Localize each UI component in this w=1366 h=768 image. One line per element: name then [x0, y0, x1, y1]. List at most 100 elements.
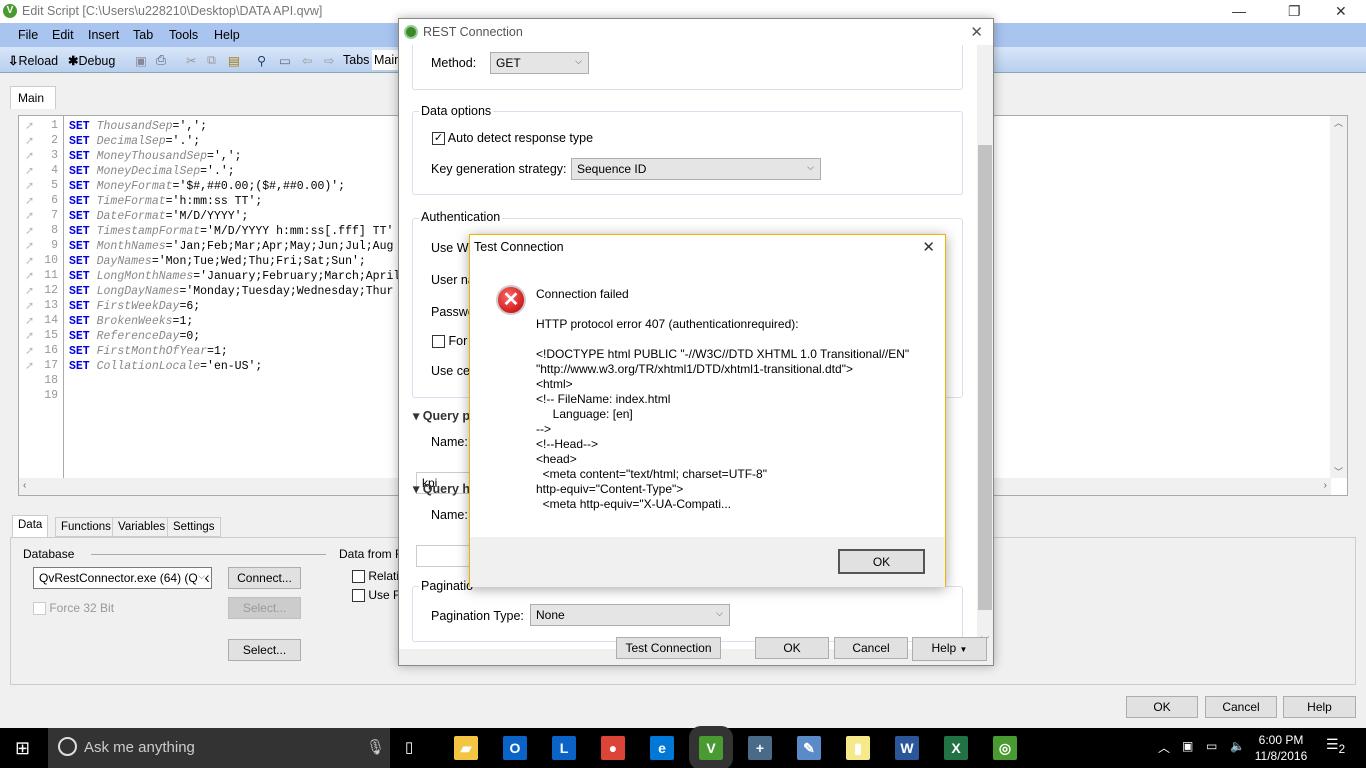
scrollbar-thumb[interactable]	[978, 145, 992, 610]
folder-icon[interactable]: ▭	[279, 53, 291, 68]
close-icon[interactable]: ✕	[922, 238, 935, 256]
force-checkbox[interactable]: For	[432, 334, 467, 349]
minimize-button[interactable]: —	[1232, 3, 1246, 19]
auto-detect-checkbox[interactable]: ✓ Auto detect response type	[432, 131, 593, 146]
bookmark-pin-icon[interactable]: ➚	[25, 119, 34, 132]
code-line[interactable]: SET LongMonthNames='January;February;Mar…	[69, 270, 400, 283]
menu-tools[interactable]: Tools	[169, 28, 198, 42]
excel-icon[interactable]: X	[944, 736, 968, 760]
test-ok-button[interactable]: OK	[838, 549, 925, 574]
bookmark-pin-icon[interactable]: ➚	[25, 209, 34, 222]
qlikview-icon[interactable]: V	[689, 726, 733, 768]
bookmark-pin-icon[interactable]: ➚	[25, 269, 34, 282]
rest-ok-button[interactable]: OK	[755, 637, 829, 659]
bookmark-pin-icon[interactable]: ➚	[25, 359, 34, 372]
chrome-icon[interactable]: ●	[601, 736, 625, 760]
bookmark-pin-icon[interactable]: ➚	[25, 239, 34, 252]
search-icon[interactable]: ⚲	[257, 53, 266, 68]
code-line[interactable]: SET ThousandSep=',';	[69, 120, 207, 133]
word-icon[interactable]: W	[895, 736, 919, 760]
code-line[interactable]: SET BrokenWeeks=1;	[69, 315, 193, 328]
clock[interactable]: 6:00 PM 11/8/2016	[1250, 732, 1312, 764]
query-params-header[interactable]: ▾ Query p	[413, 408, 470, 423]
rest-help-button[interactable]: Help ▼	[912, 637, 987, 661]
close-icon[interactable]: ✕	[970, 23, 983, 41]
sticky-notes-icon[interactable]: ▮	[846, 736, 870, 760]
code-line[interactable]: SET DayNames='Mon;Tue;Wed;Thu;Fri;Sat;Su…	[69, 255, 366, 268]
outlook-icon[interactable]: O	[503, 736, 527, 760]
ok-button[interactable]: OK	[1126, 696, 1198, 718]
menu-tab[interactable]: Tab	[133, 28, 153, 42]
debug-button[interactable]: ✱Debug	[68, 53, 115, 68]
edge-icon[interactable]: e	[650, 736, 674, 760]
scroll-up-icon[interactable]: ︿	[1330, 116, 1347, 129]
query-headers-header[interactable]: ▾ Query h	[413, 481, 470, 496]
code-line[interactable]: SET MoneyFormat='$#,##0.00;($#,##0.00)';	[69, 180, 345, 193]
database-select[interactable]: QvRestConnector.exe (64) (Qlik ⌵	[33, 567, 212, 589]
bookmark-pin-icon[interactable]: ➚	[25, 299, 34, 312]
tab-left-icon[interactable]: ⇦	[302, 53, 312, 68]
bookmark-pin-icon[interactable]: ➚	[25, 164, 34, 177]
code-line[interactable]: SET ReferenceDay=0;	[69, 330, 200, 343]
tab-functions[interactable]: Functions	[55, 517, 117, 537]
bookmark-pin-icon[interactable]: ➚	[25, 344, 34, 357]
cortana-search[interactable]: Ask me anything 🎙	[48, 728, 390, 768]
bookmark-pin-icon[interactable]: ➚	[25, 329, 34, 342]
volume-icon[interactable]: 🔈	[1230, 739, 1245, 753]
test-connection-button[interactable]: Test Connection	[616, 637, 721, 659]
bookmark-pin-icon[interactable]: ➚	[25, 194, 34, 207]
action-center-icon[interactable]: ☰2	[1326, 736, 1345, 756]
select-button-disabled[interactable]: Select...	[228, 597, 301, 619]
tab-settings[interactable]: Settings	[167, 517, 221, 537]
dialog-scrollbar[interactable]: ﹀	[977, 45, 993, 649]
bookmark-pin-icon[interactable]: ➚	[25, 179, 34, 192]
scroll-down-icon[interactable]: ﹀	[1330, 465, 1347, 478]
key-generation-select[interactable]: Sequence ID ⌵	[571, 158, 821, 180]
vertical-scrollbar[interactable]: ︿ ﹀	[1330, 116, 1347, 478]
lync-icon[interactable]: L	[552, 736, 576, 760]
code-line[interactable]: SET FirstWeekDay=6;	[69, 300, 200, 313]
network-icon[interactable]: ▭	[1206, 739, 1217, 753]
header-name-input[interactable]	[416, 545, 476, 567]
show-hidden-icons[interactable]: ︿	[1158, 739, 1170, 756]
help-button[interactable]: Help	[1283, 696, 1356, 718]
copy-icon[interactable]: ⧉	[207, 53, 216, 68]
code-line[interactable]	[69, 390, 76, 403]
cut-icon[interactable]: ✂	[186, 53, 196, 68]
scroll-right-icon[interactable]: ›	[1324, 480, 1327, 491]
tab-variables[interactable]: Variables	[112, 517, 172, 537]
save-icon[interactable]: ▣	[135, 53, 147, 68]
menu-help[interactable]: Help	[214, 28, 240, 42]
print-icon[interactable]: ⎙	[156, 53, 166, 68]
rest-cancel-button[interactable]: Cancel	[834, 637, 908, 659]
menu-insert[interactable]: Insert	[88, 28, 119, 42]
code-line[interactable]: SET DateFormat='M/D/YYYY';	[69, 210, 248, 223]
bookmark-pin-icon[interactable]: ➚	[25, 314, 34, 327]
close-button[interactable]: ✕	[1335, 3, 1347, 20]
select-button[interactable]: Select...	[228, 639, 301, 661]
bookmark-pin-icon[interactable]: ➚	[25, 224, 34, 237]
bookmark-pin-icon[interactable]: ➚	[25, 284, 34, 297]
code-line[interactable]	[69, 375, 76, 388]
bookmark-pin-icon[interactable]: ➚	[25, 134, 34, 147]
code-line[interactable]: SET TimestampFormat='M/D/YYYY h:mm:ss[.f…	[69, 225, 393, 238]
tab-main[interactable]: Main	[10, 86, 56, 109]
code-line[interactable]: SET DecimalSep='.';	[69, 135, 200, 148]
menu-edit[interactable]: Edit	[52, 28, 74, 42]
cancel-button[interactable]: Cancel	[1205, 696, 1277, 718]
code-line[interactable]: SET LongDayNames='Monday;Tuesday;Wednesd…	[69, 285, 393, 298]
qlik-sense-icon[interactable]: ◎	[993, 736, 1017, 760]
connect-button[interactable]: Connect...	[228, 567, 301, 589]
scroll-left-icon[interactable]: ‹	[23, 480, 26, 491]
restore-button[interactable]: ❐	[1288, 3, 1301, 20]
bookmark-pin-icon[interactable]: ➚	[25, 149, 34, 162]
reload-button[interactable]: ⇩Reload	[8, 53, 58, 68]
force-32-bit-checkbox[interactable]: Force 32 Bit	[33, 601, 114, 616]
power-icon[interactable]: ▣	[1182, 739, 1193, 753]
paste-icon[interactable]: ▤	[228, 53, 240, 68]
windows-start-icon[interactable]: ⊞	[15, 738, 30, 759]
paint-icon[interactable]: ✎	[797, 736, 821, 760]
code-line[interactable]: SET MoneyDecimalSep='.';	[69, 165, 235, 178]
tab-right-icon[interactable]: ⇨	[324, 53, 334, 68]
menu-file[interactable]: File	[18, 28, 38, 42]
